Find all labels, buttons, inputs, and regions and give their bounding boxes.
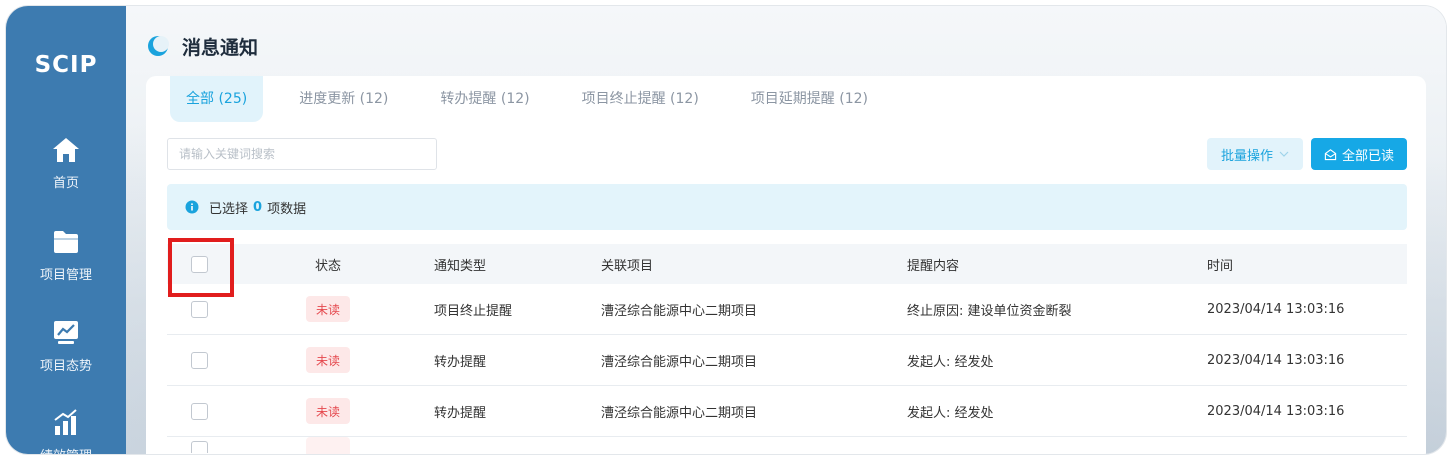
sidebar-item-project-management[interactable]: 项目管理 — [6, 226, 126, 283]
chevron-down-icon — [1279, 151, 1289, 157]
page-header: 消息通知 — [146, 32, 258, 60]
status-badge: 未读 — [306, 347, 350, 373]
row-checkbox[interactable] — [191, 351, 208, 369]
project-cell: 漕泾综合能源中心二期项目 — [601, 303, 758, 319]
table-row[interactable]: 未读 转办提醒 漕泾综合能源中心二期项目 发起人: 经发处 2023/04/14… — [167, 386, 1407, 437]
column-header-type: 通知类型 — [434, 258, 487, 274]
select-all-checkbox[interactable] — [191, 255, 208, 273]
tab-delay-reminder[interactable]: 项目延期提醒 (12) — [735, 76, 884, 122]
type-cell: 转办提醒 — [434, 405, 487, 421]
table-row[interactable]: 未读 转办提醒 漕泾综合能源中心二期项目 发起人: 经发处 2023/04/14… — [167, 335, 1407, 386]
column-header-status: 状态 — [315, 258, 342, 274]
page-title: 消息通知 — [182, 36, 259, 59]
mark-all-read-label: 全部已读 — [1341, 148, 1394, 164]
row-checkbox-cell — [167, 441, 287, 453]
sidebar-item-project-status[interactable]: 项目态势 — [6, 317, 126, 374]
folder-icon — [54, 231, 78, 253]
tab-all[interactable]: 全部 (25) — [170, 76, 264, 122]
status-badge: 未读 — [306, 296, 350, 322]
bar-chart-icon — [54, 409, 77, 435]
project-cell: 漕泾综合能源中心二期项目 — [601, 405, 758, 421]
sidebar-item-performance[interactable]: 绩效管理 — [6, 407, 126, 454]
app-logo[interactable]: SCIP — [6, 52, 126, 78]
mark-all-read-button[interactable]: 全部已读 — [1311, 138, 1407, 170]
row-checkbox[interactable] — [191, 402, 208, 420]
table-row-partial — [167, 437, 1407, 454]
sidebar-item-label: 绩效管理 — [6, 445, 126, 454]
notification-logo-icon — [148, 36, 169, 56]
status-cell: 未读 — [287, 347, 434, 373]
selection-info-bar: 已选择 0 项数据 — [167, 184, 1407, 230]
status-cell: 未读 — [287, 296, 434, 322]
selection-count: 0 — [253, 199, 263, 215]
envelope-open-icon — [1324, 148, 1337, 160]
sidebar: SCIP 首页 项目管理 项目态势 — [6, 6, 126, 454]
trend-board-icon — [54, 321, 78, 344]
status-cell: 未读 — [287, 398, 434, 424]
status-badge: 未读 — [306, 398, 350, 424]
status-cell — [287, 437, 434, 454]
status-badge-partial — [306, 437, 350, 454]
bulk-actions-dropdown[interactable]: 批量操作 — [1207, 138, 1303, 170]
sidebar-item-label: 项目管理 — [39, 268, 92, 283]
search-input[interactable] — [167, 138, 437, 170]
row-checkbox[interactable] — [191, 300, 208, 318]
tab-bar: 全部 (25) 进度更新 (12) 转办提醒 (12) 项目终止提醒 (12) … — [170, 76, 904, 122]
row-checkbox-cell — [167, 351, 287, 369]
project-cell: 漕泾综合能源中心二期项目 — [601, 354, 758, 370]
tab-transfer-reminder[interactable]: 转办提醒 (12) — [424, 76, 545, 122]
column-header-time: 时间 — [1207, 258, 1234, 274]
home-icon — [53, 138, 79, 162]
app-window: SCIP 首页 项目管理 项目态势 消息通知 全部 (25) 进度更新 (12)… — [6, 6, 1446, 454]
content-cell: 发起人: 经发处 — [907, 405, 994, 421]
sidebar-item-label: 项目态势 — [39, 359, 92, 374]
tab-progress-update[interactable]: 进度更新 (12) — [283, 76, 404, 122]
notifications-card: 全部 (25) 进度更新 (12) 转办提醒 (12) 项目终止提醒 (12) … — [146, 76, 1426, 454]
sidebar-item-label: 首页 — [52, 176, 79, 191]
selection-suffix: 项数据 — [267, 201, 307, 217]
tab-termination-reminder[interactable]: 项目终止提醒 (12) — [566, 76, 715, 122]
sidebar-item-home[interactable]: 首页 — [6, 134, 126, 191]
notifications-table: 状态 通知类型 关联项目 提醒内容 时间 未读 项目终止提醒 漕泾综合能源中心二… — [167, 244, 1407, 454]
row-checkbox[interactable] — [191, 441, 208, 453]
row-checkbox-cell — [167, 300, 287, 318]
select-all-cell — [167, 255, 287, 273]
bulk-actions-label: 批量操作 — [1220, 148, 1273, 164]
column-header-project: 关联项目 — [601, 258, 654, 274]
time-cell: 2023/04/14 13:03:16 — [1207, 352, 1345, 368]
time-cell: 2023/04/14 13:03:16 — [1207, 301, 1345, 317]
column-header-content: 提醒内容 — [907, 258, 960, 274]
table-header: 状态 通知类型 关联项目 提醒内容 时间 — [167, 244, 1407, 284]
type-cell: 项目终止提醒 — [434, 303, 513, 319]
content-cell: 发起人: 经发处 — [907, 354, 994, 370]
time-cell: 2023/04/14 13:03:16 — [1207, 403, 1345, 419]
row-checkbox-cell — [167, 402, 287, 420]
info-icon — [185, 200, 199, 214]
content-cell: 终止原因: 建设单位资金断裂 — [907, 303, 1072, 319]
selection-prefix: 已选择 — [209, 201, 249, 217]
table-row[interactable]: 未读 项目终止提醒 漕泾综合能源中心二期项目 终止原因: 建设单位资金断裂 20… — [167, 284, 1407, 335]
type-cell: 转办提醒 — [434, 354, 487, 370]
